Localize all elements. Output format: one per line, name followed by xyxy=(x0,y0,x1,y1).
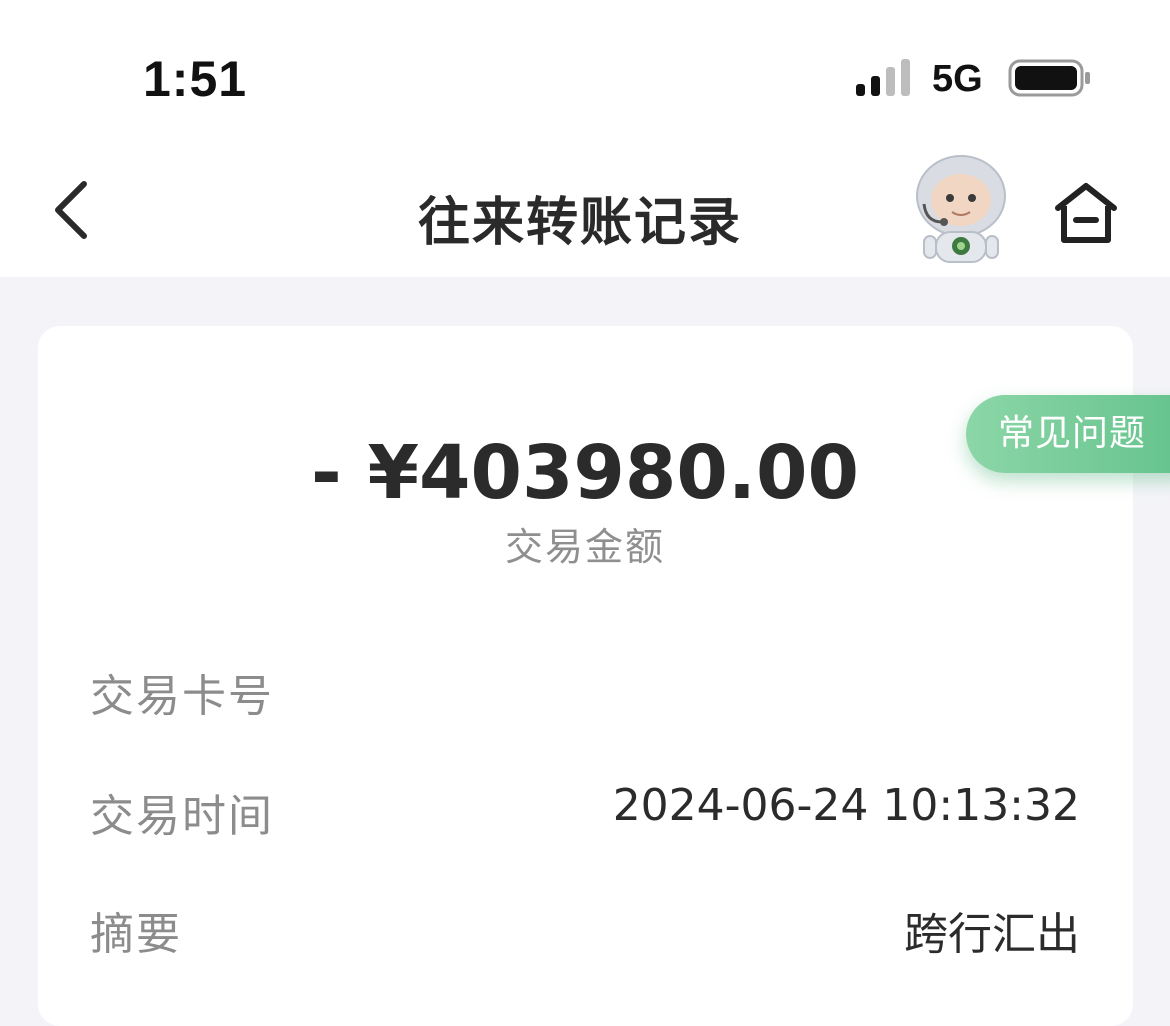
summary-label: 摘要 xyxy=(90,909,182,960)
back-chevron-icon xyxy=(55,181,87,239)
summary-value: 跨行汇出 xyxy=(904,909,1080,960)
signal-icon xyxy=(856,59,910,96)
transaction-amount-label: 交易金额 xyxy=(504,525,665,569)
page-title: 往来转账记录 xyxy=(417,193,742,253)
robot-assistant-icon[interactable] xyxy=(906,152,1016,268)
transaction-amount: - ¥403980.00 xyxy=(311,430,859,516)
back-button[interactable] xyxy=(40,172,104,248)
transaction-time-label: 交易时间 xyxy=(90,791,274,842)
status-time: 1:51 xyxy=(143,51,248,107)
card-number-label: 交易卡号 xyxy=(90,671,274,722)
network-label: 5G xyxy=(932,58,983,100)
home-icon[interactable] xyxy=(1050,178,1122,250)
transaction-time-value: 2024-06-24 10:13:32 xyxy=(612,780,1080,831)
battery-icon xyxy=(1008,59,1090,97)
